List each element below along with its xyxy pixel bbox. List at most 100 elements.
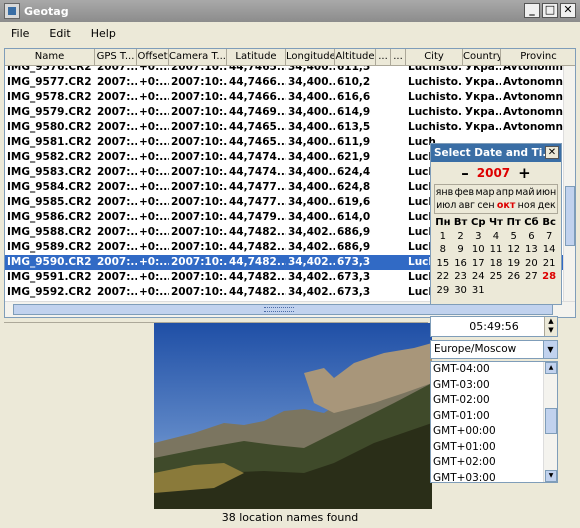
table-row[interactable]: IMG_9576.CR2 2007:...+0:...2007:10:...44,… [5, 66, 565, 75]
close-button[interactable]: ✕ [560, 3, 576, 18]
horizontal-scroll-thumb[interactable] [13, 304, 553, 315]
gmt-option[interactable]: GMT+00:00 [431, 424, 557, 440]
gmt-option[interactable]: GMT-01:00 [431, 409, 557, 425]
table-cell: 44,7479... [229, 211, 286, 223]
day-cell[interactable]: 1 [434, 230, 452, 244]
month-option[interactable]: янв [436, 186, 454, 199]
table-cell: IMG_9589.CR2 [7, 241, 92, 253]
month-option[interactable]: май [515, 186, 534, 199]
column-header[interactable]: Longitude [286, 49, 335, 66]
gmt-option[interactable]: GMT-02:00 [431, 393, 557, 409]
table-row[interactable]: IMG_9580.CR2 2007:...+0:...2007:10:...44,… [5, 120, 565, 135]
day-cell[interactable]: 4 [487, 230, 505, 244]
day-cell[interactable]: 2 [452, 230, 470, 244]
column-header[interactable]: ... [376, 49, 391, 66]
day-cell[interactable]: 15 [434, 257, 452, 271]
day-cell[interactable]: 11 [487, 243, 505, 257]
table-cell: Luchisto... [408, 121, 463, 133]
menu-file[interactable]: File [0, 27, 38, 40]
time-input[interactable]: 05:49:56 ▲ ▼ [430, 316, 558, 337]
month-option[interactable]: авг [459, 199, 475, 212]
gmt-list-scrollbar[interactable]: ▲ ▼ [543, 362, 557, 482]
spin-up-icon[interactable]: ▲ [545, 317, 557, 326]
column-header[interactable]: Offset [137, 49, 169, 66]
year-increment-button[interactable]: + [518, 164, 531, 182]
month-option[interactable]: фев [455, 186, 475, 199]
day-cell[interactable]: 29 [434, 284, 452, 298]
month-option[interactable]: июн [536, 186, 556, 199]
table-cell: +0:... [139, 241, 169, 253]
maximize-button[interactable]: □ [542, 3, 558, 18]
table-vertical-scrollbar[interactable] [563, 66, 575, 302]
day-cell[interactable]: 14 [540, 243, 558, 257]
gmt-option[interactable]: GMT-03:00 [431, 378, 557, 394]
gmt-option[interactable]: GMT+03:00 [431, 471, 557, 483]
year-decrement-button[interactable]: – [461, 164, 469, 182]
day-cell[interactable]: 26 [505, 270, 523, 284]
column-header[interactable]: Altitude [335, 49, 376, 66]
day-cell[interactable]: 12 [505, 243, 523, 257]
gmt-option[interactable]: GMT+01:00 [431, 440, 557, 456]
day-cell[interactable]: 28 [540, 270, 558, 284]
timezone-select[interactable]: Europe/Moscow ▼ [430, 340, 558, 359]
month-option[interactable]: мар [476, 186, 495, 199]
month-option[interactable]: дек [538, 199, 556, 212]
column-header[interactable]: ... [391, 49, 406, 66]
month-option[interactable]: ноя [518, 199, 536, 212]
day-cell[interactable]: 25 [487, 270, 505, 284]
column-header[interactable]: Country [463, 49, 501, 66]
day-cell[interactable]: 6 [523, 230, 541, 244]
day-cell[interactable]: 23 [452, 270, 470, 284]
time-spinner[interactable]: ▲ ▼ [544, 317, 557, 336]
day-cell[interactable]: 31 [469, 284, 487, 298]
scroll-up-icon[interactable]: ▲ [545, 362, 557, 374]
gmt-scroll-thumb[interactable] [545, 408, 557, 434]
menu-edit[interactable]: Edit [38, 27, 79, 40]
dropdown-arrow-icon[interactable]: ▼ [543, 341, 557, 358]
table-cell: 2007:10:... [171, 151, 227, 163]
table-cell: Укра... [465, 121, 501, 133]
column-header[interactable]: GPS T... [95, 49, 137, 66]
gmt-option[interactable]: GMT-04:00 [431, 362, 557, 378]
day-cell[interactable]: 7 [540, 230, 558, 244]
table-row[interactable]: IMG_9577.CR2 2007:...+0:...2007:10:...44,… [5, 75, 565, 90]
table-cell [391, 66, 406, 75]
day-cell[interactable]: 8 [434, 243, 452, 257]
day-cell[interactable]: 19 [505, 257, 523, 271]
day-cell[interactable]: 20 [523, 257, 541, 271]
table-cell: 621,9 [337, 151, 371, 163]
minimize-button[interactable]: _ [524, 3, 540, 18]
table-cell: 44,7477... [229, 181, 286, 193]
column-header[interactable]: Latitude [227, 49, 286, 66]
table-row[interactable]: IMG_9579.CR2 2007:...+0:...2007:10:...44,… [5, 105, 565, 120]
day-cell[interactable]: 21 [540, 257, 558, 271]
day-cell[interactable]: 22 [434, 270, 452, 284]
day-cell[interactable]: 30 [452, 284, 470, 298]
day-cell[interactable]: 5 [505, 230, 523, 244]
day-cell[interactable]: 24 [469, 270, 487, 284]
scroll-down-icon[interactable]: ▼ [545, 470, 557, 482]
column-header[interactable]: Camera T... [169, 49, 227, 66]
month-option[interactable]: окт [497, 199, 515, 212]
table-cell: 611,9 [337, 136, 371, 148]
column-header[interactable]: Name [5, 49, 95, 66]
day-cell[interactable]: 3 [469, 230, 487, 244]
day-cell[interactable]: 9 [452, 243, 470, 257]
gmt-option[interactable]: GMT+02:00 [431, 455, 557, 471]
vertical-scroll-thumb[interactable] [565, 186, 575, 246]
day-cell[interactable]: 18 [487, 257, 505, 271]
table-row[interactable]: IMG_9578.CR2 2007:...+0:...2007:10:...44,… [5, 90, 565, 105]
month-option[interactable]: сен [477, 199, 494, 212]
month-option[interactable]: июл [436, 199, 456, 212]
spin-down-icon[interactable]: ▼ [545, 326, 557, 335]
day-cell[interactable]: 13 [523, 243, 541, 257]
day-cell[interactable]: 17 [469, 257, 487, 271]
day-cell[interactable]: 10 [469, 243, 487, 257]
day-cell[interactable]: 27 [523, 270, 541, 284]
column-header[interactable]: Provinc [501, 49, 575, 66]
day-cell[interactable]: 16 [452, 257, 470, 271]
picker-close-button[interactable]: ✕ [545, 146, 559, 159]
column-header[interactable]: City [406, 49, 463, 66]
month-option[interactable]: апр [496, 186, 514, 199]
menu-help[interactable]: Help [80, 27, 125, 40]
